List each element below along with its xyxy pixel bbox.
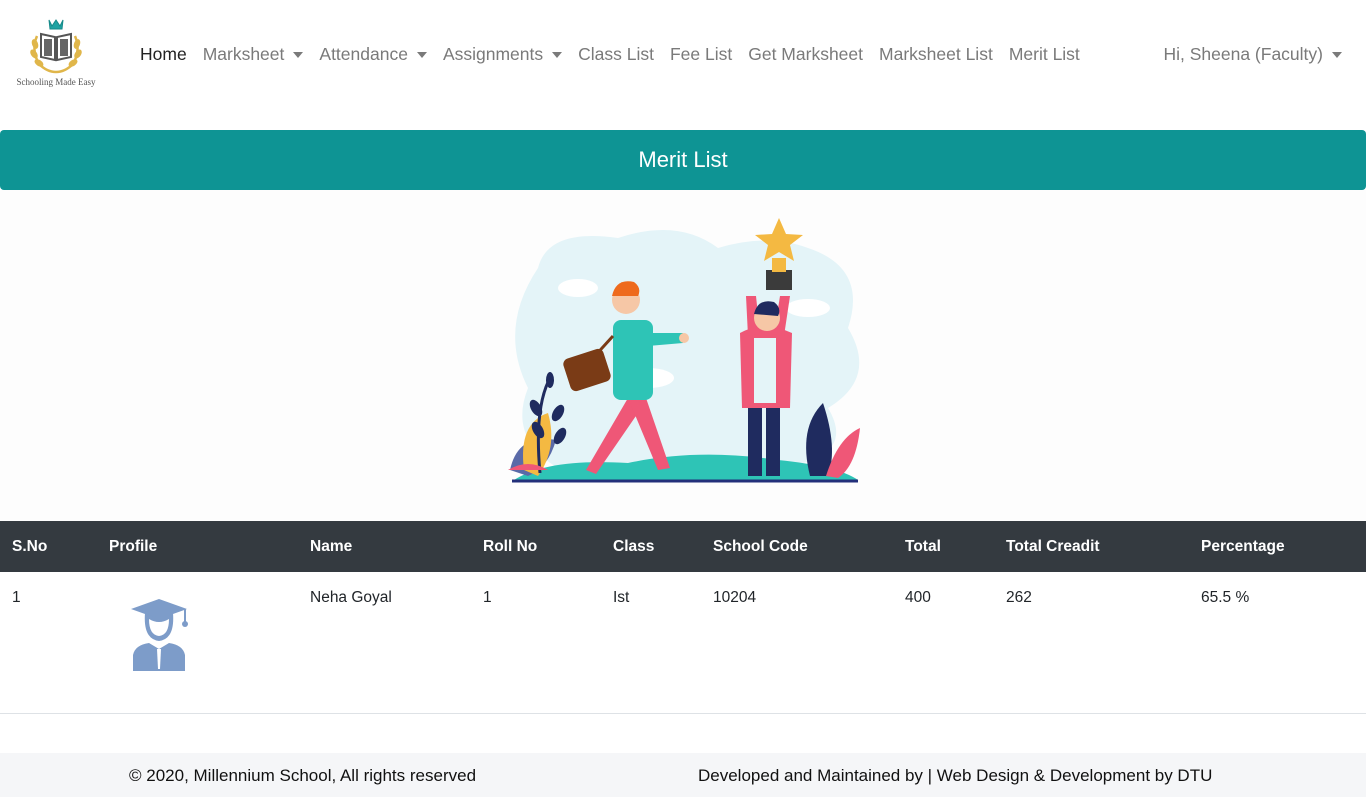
footer-copyright: © 2020, Millennium School, All rights re… [129,766,477,785]
brand-tagline: Schooling Made Easy [16,77,96,87]
caret-down-icon [552,52,563,58]
main-nav: Home Marksheet Attendance Assignments Cl… [132,40,1088,68]
graduate-avatar-icon [131,599,188,671]
brand-logo[interactable]: Schooling Made Easy [14,14,98,94]
nav-marksheet-label: Marksheet [202,43,285,64]
hero-section [0,190,1366,521]
merit-list-table: S.No Profile Name Roll No Class School C… [0,521,1366,714]
cell-percentage: 65.5 % [1201,589,1250,606]
cell-total-credit: 262 [1006,589,1032,606]
nav-get-marksheet[interactable]: Get Marksheet [740,44,871,65]
nav-home[interactable]: Home [132,44,195,65]
column-header: S.No [12,537,48,555]
trophy-celebration-illustration [508,218,860,483]
cell-profile [97,572,298,713]
column-header: Profile [109,537,158,555]
nav-assignments-label: Assignments [442,43,544,64]
column-header: School Code [713,537,808,555]
column-header: Roll No [483,537,538,555]
cell-roll-no: 1 [483,589,492,606]
nav-fee-list[interactable]: Fee List [662,44,740,65]
cell-class: Ist [613,589,630,606]
table-header-row: S.No Profile Name Roll No Class School C… [0,521,1366,572]
navbar: Schooling Made Easy Home Marksheet Atten… [0,0,1366,108]
caret-down-icon [1332,52,1342,58]
nav-merit-list[interactable]: Merit List [1001,44,1088,65]
nav-attendance-label: Attendance [319,43,408,64]
footer-credits: Developed and Maintained by | Web Design… [698,766,1213,785]
table-row: 1 Neha Goyal 1 Ist 10204 400 262 65.5 % [0,572,1366,713]
nav-attendance-dropdown[interactable]: Attendance [311,44,435,65]
nav-marksheet-dropdown[interactable]: Marksheet [195,44,312,65]
column-header: Name [310,537,353,555]
user-menu-dropdown[interactable]: Hi, Sheena (Faculty) [1163,40,1342,68]
column-header: Class [613,537,655,555]
column-header: Total [905,537,941,555]
column-header: Total Creadit [1006,537,1100,555]
caret-down-icon [293,52,304,58]
column-header: Percentage [1201,537,1285,555]
cell-sno: 1 [12,589,21,606]
user-greeting: Hi, Sheena (Faculty) [1163,43,1323,64]
footer: © 2020, Millennium School, All rights re… [0,753,1366,797]
nav-marksheet-list[interactable]: Marksheet List [871,44,1001,65]
caret-down-icon [416,52,427,58]
cell-school-code: 10204 [713,589,757,606]
page-title-bar: Merit List [0,130,1366,190]
cell-name: Neha Goyal [310,589,392,606]
page-title: Merit List [638,147,728,172]
open-book-crown-laurel-icon [30,19,82,74]
cell-total: 400 [905,589,931,606]
nav-assignments-dropdown[interactable]: Assignments [435,44,570,65]
nav-class-list[interactable]: Class List [570,44,662,65]
